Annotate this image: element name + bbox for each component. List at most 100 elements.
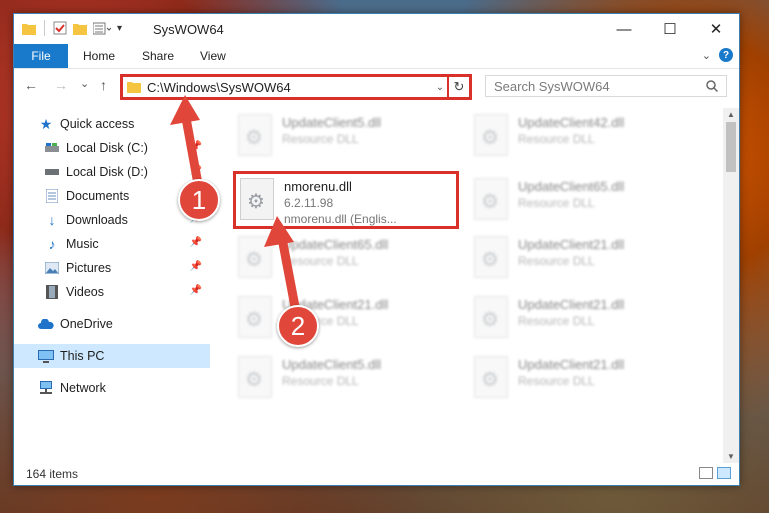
dll-file-icon [474, 114, 508, 156]
large-icons-view-icon[interactable] [717, 467, 731, 479]
forward-button[interactable]: → [54, 77, 68, 93]
file-description: Resource DLL [282, 254, 359, 268]
sidebar-item-label: This PC [60, 349, 105, 363]
file-item[interactable]: UpdateClient42.dll Resource DLL [470, 112, 700, 164]
cloud-icon [38, 316, 54, 332]
step-1-badge: 1 [178, 179, 220, 221]
drive-icon [44, 140, 60, 156]
tab-file[interactable]: File [14, 44, 68, 68]
file-item[interactable]: UpdateClient5.dll Resource DLL [234, 354, 464, 406]
close-button[interactable]: ✕ [693, 14, 739, 44]
expand-ribbon-icon[interactable]: ⌄ [702, 49, 711, 62]
scrollbar-thumb[interactable] [726, 122, 736, 172]
ribbon-tabs: File Home Share View ⌄ ? [14, 44, 739, 69]
help-icon[interactable]: ? [719, 48, 733, 62]
search-box[interactable]: Search SysWOW64 [485, 75, 727, 97]
recent-locations-button[interactable]: ⌄ [80, 77, 89, 90]
address-bar[interactable]: C:\Windows\SysWOW64 ⌄ ↻ [120, 74, 472, 100]
customize-icon[interactable] [93, 22, 111, 35]
file-name: UpdateClient42.dll [518, 115, 625, 130]
dll-file-icon [238, 114, 272, 156]
address-dropdown-icon[interactable]: ⌄ [433, 82, 447, 93]
ribbon-right: ⌄ ? [702, 48, 733, 62]
file-item[interactable]: UpdateClient21.dll Resource DLL [470, 354, 700, 406]
sidebar-item-label: Local Disk (D:) [66, 165, 148, 179]
star-icon: ★ [39, 115, 53, 132]
file-highlight-box [233, 171, 459, 229]
sidebar-item-network[interactable]: Network [14, 376, 210, 400]
tab-share[interactable]: Share [142, 44, 174, 68]
properties-icon[interactable] [53, 21, 67, 35]
window-title: SysWOW64 [153, 22, 224, 37]
title-bar: ▾ SysWOW64 — ☐ ✕ [14, 14, 739, 44]
search-icon [706, 80, 718, 92]
pin-icon[interactable]: 📌 [190, 141, 202, 152]
sidebar-item-videos[interactable]: Videos 📌 [14, 280, 210, 304]
sidebar-item-onedrive[interactable]: OneDrive [14, 312, 210, 336]
file-description: Resource DLL [518, 314, 595, 328]
file-item[interactable]: UpdateClient21.dll Resource DLL [470, 294, 700, 346]
dll-file-icon [474, 296, 508, 338]
vertical-scrollbar[interactable]: ▲ ▼ [723, 108, 739, 463]
file-list: UpdateClient5.dll Resource DLL UpdateCli… [210, 108, 723, 463]
sidebar-item-this-pc[interactable]: This PC [14, 344, 210, 368]
folder-icon[interactable] [22, 22, 36, 35]
sidebar-item-label: Downloads [66, 213, 128, 227]
dll-file-icon [238, 236, 272, 278]
documents-icon [44, 188, 60, 204]
refresh-icon[interactable]: ↻ [447, 77, 469, 97]
quick-access-toolbar: ▾ [22, 20, 122, 36]
sidebar-item-quick-access[interactable]: ★ Quick access [14, 112, 210, 136]
file-description: Resource DLL [518, 132, 595, 146]
dll-file-icon [238, 296, 272, 338]
sidebar-item-pictures[interactable]: Pictures 📌 [14, 256, 210, 280]
sidebar-item-local-disk-d[interactable]: Local Disk (D:) 📌 [14, 160, 210, 184]
scroll-down-icon[interactable]: ▼ [723, 452, 739, 461]
file-item[interactable]: UpdateClient21.dll Resource DLL [470, 234, 700, 286]
drive-icon [44, 164, 60, 180]
file-description: Resource DLL [282, 132, 359, 146]
step-2-badge: 2 [277, 305, 319, 347]
search-input[interactable]: Search SysWOW64 [494, 79, 706, 94]
pin-icon[interactable]: 📌 [190, 237, 202, 248]
file-description: Resource DLL [518, 196, 595, 210]
customize-dropdown-icon[interactable]: ▾ [117, 23, 122, 34]
music-icon: ♪ [48, 236, 56, 252]
file-name: UpdateClient21.dll [518, 237, 625, 252]
sidebar-item-label: Pictures [66, 261, 112, 275]
new-folder-icon[interactable] [73, 22, 87, 35]
maximize-button[interactable]: ☐ [647, 14, 693, 44]
pin-icon[interactable]: 📌 [190, 165, 202, 176]
navigation-pane: ★ Quick access Local Disk (C:) 📌 Local D… [14, 108, 210, 463]
pin-icon[interactable]: 📌 [190, 261, 202, 272]
downloads-icon: ↓ [48, 212, 56, 228]
sidebar-item-local-disk-c[interactable]: Local Disk (C:) 📌 [14, 136, 210, 160]
file-name: UpdateClient21.dll [518, 297, 625, 312]
details-view-icon[interactable] [699, 467, 713, 479]
tab-home[interactable]: Home [83, 44, 115, 68]
sidebar-item-label: Quick access [60, 117, 135, 131]
navigation-bar: ← → ⌄ ↑ C:\Windows\SysWOW64 ⌄ ↻ Search S… [14, 70, 739, 104]
back-button[interactable]: ← [24, 77, 38, 93]
sidebar-item-label: Videos [66, 285, 104, 299]
item-count: 164 items [26, 467, 79, 481]
videos-icon [44, 284, 60, 300]
up-button[interactable]: ↑ [100, 77, 107, 93]
dll-file-icon [474, 236, 508, 278]
network-icon [38, 380, 54, 396]
window-controls: — ☐ ✕ [601, 14, 739, 44]
dll-file-icon [474, 178, 508, 220]
address-path[interactable]: C:\Windows\SysWOW64 [147, 80, 433, 95]
file-item[interactable]: UpdateClient65.dll Resource DLL [234, 234, 464, 286]
view-switcher [699, 467, 731, 479]
file-item[interactable]: UpdateClient21.dll Resource DLL [234, 294, 464, 346]
pin-icon[interactable]: 📌 [190, 285, 202, 296]
minimize-button[interactable]: — [601, 14, 647, 44]
tab-view[interactable]: View [200, 44, 226, 68]
file-item[interactable]: UpdateClient65.dll Resource DLL [470, 176, 700, 228]
file-item[interactable]: UpdateClient5.dll Resource DLL [234, 112, 464, 164]
file-description: Resource DLL [518, 254, 595, 268]
sidebar-item-label: Music [66, 237, 99, 251]
scroll-up-icon[interactable]: ▲ [723, 110, 739, 119]
sidebar-item-music[interactable]: ♪ Music 📌 [14, 232, 210, 256]
